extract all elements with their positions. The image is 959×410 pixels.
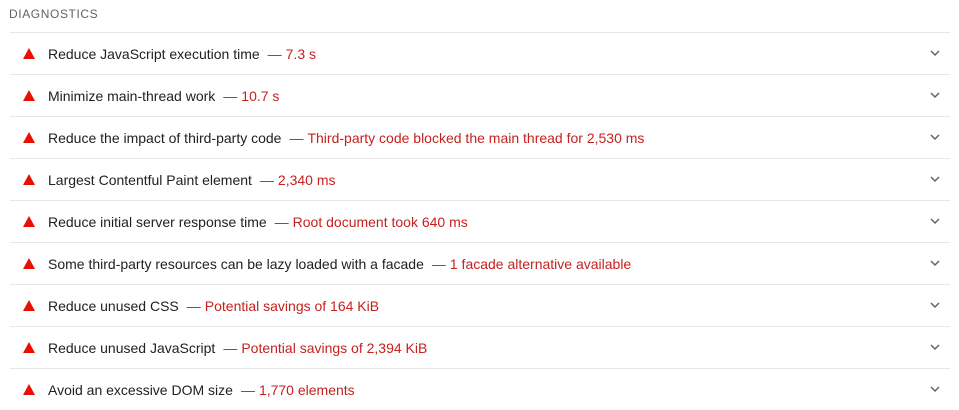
audit-separator: — [289,130,304,146]
audit-separator: — [223,340,238,356]
audit-separator: — [223,88,238,104]
audit-text: Reduce the impact of third-party code — Th… [48,130,644,146]
warning-triangle-icon [23,300,35,311]
audit-text: Reduce unused CSS — Potential savings of 1… [48,298,379,314]
chevron-down-icon[interactable] [930,48,940,58]
audit-row[interactable]: Avoid an excessive DOM size —1,770 elemen… [10,368,950,410]
audit-value: Potential savings of 164 KiB [204,298,380,314]
audit-separator: — [431,256,446,272]
audit-title: Largest Contentful Paint element [48,172,252,188]
section-title: DIAGNOSTICS [9,7,99,21]
audit-title: Some third-party resources can be lazy l… [48,256,424,272]
warning-triangle-icon [23,342,35,353]
audit-list: Reduce JavaScript execution time —7.3 s M… [10,32,950,410]
warning-triangle-icon [23,384,35,395]
audit-row[interactable]: Reduce JavaScript execution time —7.3 s [10,32,950,74]
audit-text: Minimize main-thread work —10.7 s [48,88,279,104]
warning-triangle-icon [23,48,35,59]
audit-title: Reduce the impact of third-party code [48,130,282,146]
audit-value: 2,340 ms [277,172,336,188]
audit-separator: — [267,46,282,62]
audit-row[interactable]: Largest Contentful Paint element —2,340 m… [10,158,950,200]
audit-separator: — [186,298,201,314]
audit-text: Avoid an excessive DOM size —1,770 elemen… [48,382,355,398]
audit-value: 10.7 s [241,88,280,104]
audit-title: Avoid an excessive DOM size [48,382,233,398]
audit-text: Largest Contentful Paint element —2,340 m… [48,172,336,188]
audit-title: Reduce unused JavaScript [48,340,216,356]
audit-row[interactable]: Reduce initial server response time — Root… [10,200,950,242]
warning-triangle-icon [23,216,35,227]
audit-separator: — [259,172,274,188]
audit-row[interactable]: Reduce the impact of third-party code — Th… [10,116,950,158]
audit-row[interactable]: Reduce unused JavaScript — Potential savin… [10,326,950,368]
audit-title: Minimize main-thread work [48,88,216,104]
chevron-down-icon[interactable] [930,300,940,310]
chevron-down-icon[interactable] [930,258,940,268]
audit-value: 1 facade alternative available [449,256,632,272]
audit-row[interactable]: Minimize main-thread work —10.7 s [10,74,950,116]
audit-separator: — [274,214,289,230]
audit-text: Reduce JavaScript execution time —7.3 s [48,46,316,62]
warning-triangle-icon [23,174,35,185]
audit-row[interactable]: Some third-party resources can be lazy l… [10,242,950,284]
audit-value: 1,770 elements [258,382,355,398]
chevron-down-icon[interactable] [930,216,940,226]
chevron-down-icon[interactable] [930,132,940,142]
audit-title: Reduce unused CSS [48,298,179,314]
warning-triangle-icon [23,90,35,101]
audit-text: Reduce initial server response time — Root… [48,214,468,230]
audit-value: 7.3 s [285,46,317,62]
audit-text: Reduce unused JavaScript — Potential savin… [48,340,427,356]
audit-row[interactable]: Reduce unused CSS — Potential savings of 1… [10,284,950,326]
audit-separator: — [240,382,255,398]
audit-value: Root document took 640 ms [292,214,468,230]
chevron-down-icon[interactable] [930,174,940,184]
chevron-down-icon[interactable] [930,90,940,100]
audit-text: Some third-party resources can be lazy l… [48,256,631,272]
chevron-down-icon[interactable] [930,342,940,352]
audit-title: Reduce JavaScript execution time [48,46,260,62]
warning-triangle-icon [23,132,35,143]
warning-triangle-icon [23,258,35,269]
audit-value: Third-party code blocked the main thread… [307,130,645,146]
audit-title: Reduce initial server response time [48,214,267,230]
chevron-down-icon[interactable] [930,384,940,394]
audit-value: Potential savings of 2,394 KiB [241,340,428,356]
